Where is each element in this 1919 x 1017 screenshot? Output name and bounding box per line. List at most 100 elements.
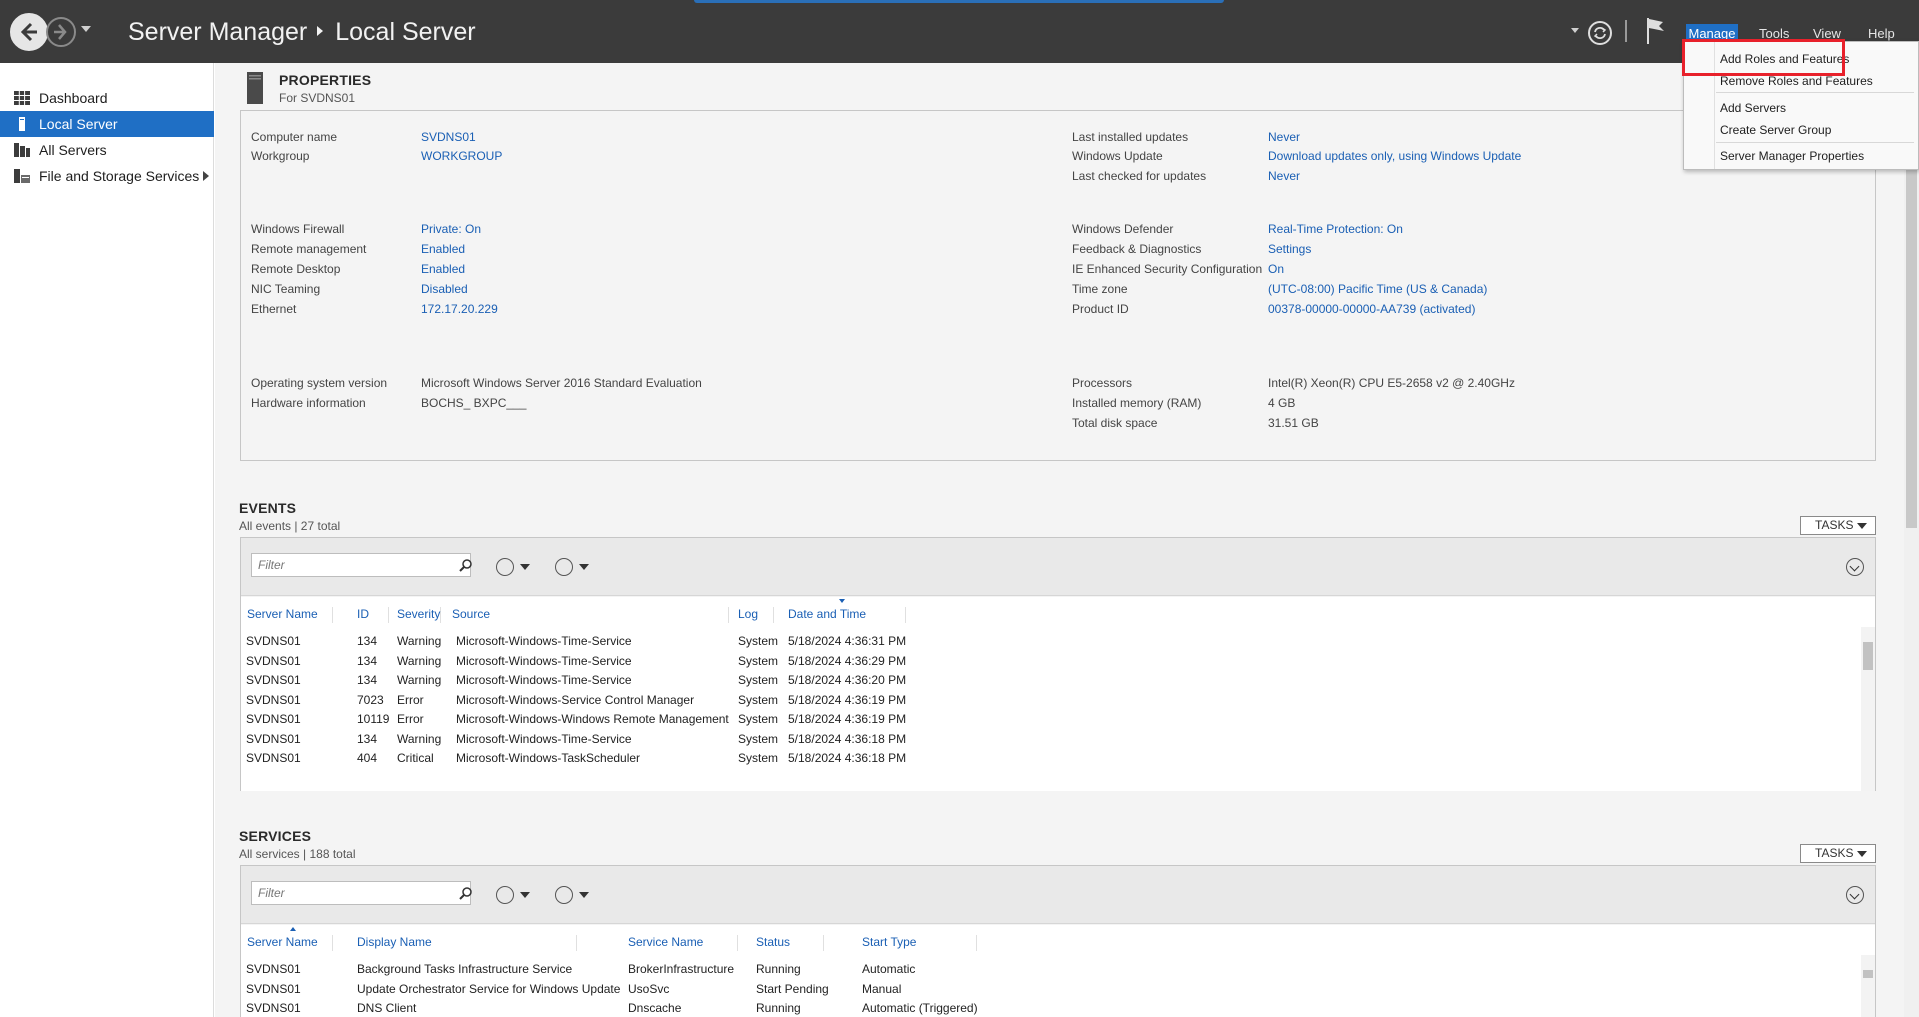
chevron-down-icon[interactable]	[520, 892, 530, 898]
services-grid: Server Name Display Name Service Name St…	[241, 925, 1875, 1017]
prop-label-defender: Windows Defender	[1072, 222, 1174, 236]
search-icon[interactable]	[459, 886, 473, 900]
chevron-down-icon	[1857, 851, 1867, 857]
table-row[interactable]: SVDNS01 134 Warning Microsoft-Windows-Time-…	[241, 652, 1851, 672]
prop-value-product-id[interactable]: 00378-00000-00000-AA739 (activated)	[1268, 302, 1475, 316]
arrow-left-icon	[20, 22, 37, 42]
events-filter-input[interactable]: Filter	[251, 553, 473, 577]
table-row[interactable]: SVDNS01 DNS Client Dnscache Running Automati…	[241, 999, 1851, 1017]
prop-value-workgroup[interactable]: WORKGROUP	[421, 149, 502, 163]
col-severity[interactable]: Severity	[397, 607, 441, 623]
table-cell: 5/18/2024 4:36:19 PM	[788, 692, 907, 707]
list-options-icon[interactable]	[496, 558, 514, 576]
table-row[interactable]: SVDNS01 Background Tasks Infrastructure S…	[241, 960, 1851, 980]
table-cell: Start Pending	[756, 981, 829, 996]
server-tower-icon	[247, 72, 263, 104]
refresh-dropdown-icon[interactable]	[1571, 28, 1579, 33]
prop-label-windows-update: Windows Update	[1072, 149, 1163, 163]
col-server-name[interactable]: Server Name	[247, 935, 333, 951]
prop-value-nic-teaming[interactable]: Disabled	[421, 282, 468, 296]
col-id[interactable]: ID	[357, 607, 389, 623]
prop-value-remote-management[interactable]: Enabled	[421, 242, 465, 256]
table-row[interactable]: SVDNS01 404 Critical Microsoft-Windows-Task…	[241, 749, 1851, 769]
prop-value-firewall[interactable]: Private: On	[421, 222, 481, 236]
expand-arrow-icon[interactable]	[203, 171, 209, 181]
table-cell: Running	[756, 1001, 801, 1015]
col-date-time[interactable]: Date and Time	[788, 607, 906, 623]
forward-button[interactable]	[46, 17, 76, 47]
table-cell: Warning	[397, 634, 442, 648]
table-cell: 7023	[357, 692, 384, 707]
prop-label-product-id: Product ID	[1072, 302, 1129, 316]
table-row[interactable]: SVDNS01 7023 Error Microsoft-Windows-Servic…	[241, 691, 1851, 711]
collapse-toggle-icon[interactable]	[1846, 886, 1864, 904]
menu-item-remove-roles[interactable]: Remove Roles and Features	[1720, 74, 1873, 88]
prop-value-ethernet[interactable]: 172.17.20.229	[421, 302, 498, 316]
table-cell: SVDNS01	[246, 712, 301, 726]
col-source[interactable]: Source	[452, 607, 729, 623]
sidebar-item-dashboard[interactable]: Dashboard	[0, 85, 214, 111]
main-content: PROPERTIES For SVDNS01 Computer name SVD…	[215, 63, 1904, 1017]
page-scrollbar[interactable]	[1904, 63, 1919, 1017]
col-display-name[interactable]: Display Name	[357, 935, 577, 951]
collapse-toggle-icon[interactable]	[1846, 558, 1864, 576]
sidebar-item-local-server[interactable]: Local Server	[0, 111, 214, 137]
back-button[interactable]	[10, 13, 48, 51]
prop-value-windows-update[interactable]: Download updates only, using Windows Upd…	[1268, 149, 1521, 163]
prop-value-feedback[interactable]: Settings	[1268, 242, 1311, 256]
table-cell: 5/18/2024 4:36:18 PM	[788, 751, 907, 765]
sidebar-item-all-servers[interactable]: All Servers	[0, 137, 214, 163]
chevron-down-icon	[1857, 523, 1867, 529]
services-tasks-button[interactable]: TASKS	[1800, 844, 1876, 863]
events-toolbar: Filter	[241, 538, 1875, 596]
prop-label-remote-management: Remote management	[251, 242, 367, 256]
prop-value-last-checked[interactable]: Never	[1268, 169, 1300, 183]
history-dropdown-icon[interactable]	[81, 26, 91, 32]
table-row[interactable]: SVDNS01 134 Warning Microsoft-Windows-Time-…	[241, 671, 1851, 691]
sort-asc-icon	[290, 927, 296, 931]
table-cell: SVDNS01	[246, 1001, 301, 1015]
table-row[interactable]: SVDNS01 10119 Error Microsoft-Windows-Windo…	[241, 710, 1851, 730]
scrollbar-thumb[interactable]	[1863, 642, 1873, 670]
services-filter-input[interactable]: Filter	[251, 881, 473, 905]
prop-label-disk: Total disk space	[1072, 416, 1158, 430]
sidebar-item-file-storage[interactable]: File and Storage Services	[0, 163, 214, 189]
col-start-type[interactable]: Start Type	[862, 935, 977, 951]
top-accent-strip	[694, 0, 1224, 3]
prop-value-computer-name[interactable]: SVDNS01	[421, 130, 476, 144]
col-log[interactable]: Log	[738, 607, 774, 623]
services-scrollbar[interactable]	[1861, 955, 1875, 1017]
properties-subtitle: For SVDNS01	[279, 91, 356, 105]
prop-value-time-zone[interactable]: (UTC-08:00) Pacific Time (US & Canada)	[1268, 282, 1487, 296]
menu-item-create-server-group[interactable]: Create Server Group	[1720, 123, 1831, 137]
scrollbar-thumb[interactable]	[1906, 163, 1917, 528]
col-server-name[interactable]: Server Name	[247, 607, 333, 623]
prop-value-remote-desktop[interactable]: Enabled	[421, 262, 465, 276]
table-cell: 5/18/2024 4:36:29 PM	[788, 653, 907, 668]
notifications-flag-icon[interactable]	[1645, 16, 1667, 49]
events-scrollbar[interactable]	[1861, 627, 1875, 791]
save-query-icon[interactable]	[555, 886, 573, 904]
chevron-down-icon[interactable]	[579, 892, 589, 898]
chevron-down-icon[interactable]	[579, 564, 589, 570]
col-status[interactable]: Status	[756, 935, 824, 951]
table-row[interactable]: SVDNS01 Update Orchestrator Service for W…	[241, 980, 1851, 1000]
search-icon[interactable]	[459, 558, 473, 572]
list-options-icon[interactable]	[496, 886, 514, 904]
chevron-down-icon[interactable]	[520, 564, 530, 570]
table-row[interactable]: SVDNS01 134 Warning Microsoft-Windows-Time-…	[241, 730, 1851, 750]
prop-value-ie-esc[interactable]: On	[1268, 262, 1284, 276]
toolbar-divider	[1625, 20, 1627, 42]
prop-value-last-installed[interactable]: Never	[1268, 130, 1300, 144]
scrollbar-thumb[interactable]	[1863, 970, 1873, 978]
prop-value-defender[interactable]: Real-Time Protection: On	[1268, 222, 1403, 236]
col-service-name[interactable]: Service Name	[628, 935, 738, 951]
menu-item-properties[interactable]: Server Manager Properties	[1720, 149, 1864, 163]
title-bar: Server Manager Local Server Manage Tools …	[0, 0, 1919, 63]
refresh-icon[interactable]	[1587, 20, 1613, 49]
events-tasks-button[interactable]: TASKS	[1800, 516, 1876, 535]
table-row[interactable]: SVDNS01 134 Warning Microsoft-Windows-Time-…	[241, 632, 1851, 652]
menu-item-add-servers[interactable]: Add Servers	[1720, 101, 1786, 115]
events-panel: Filter Server Name ID Severity Source Lo…	[240, 537, 1876, 791]
save-query-icon[interactable]	[555, 558, 573, 576]
